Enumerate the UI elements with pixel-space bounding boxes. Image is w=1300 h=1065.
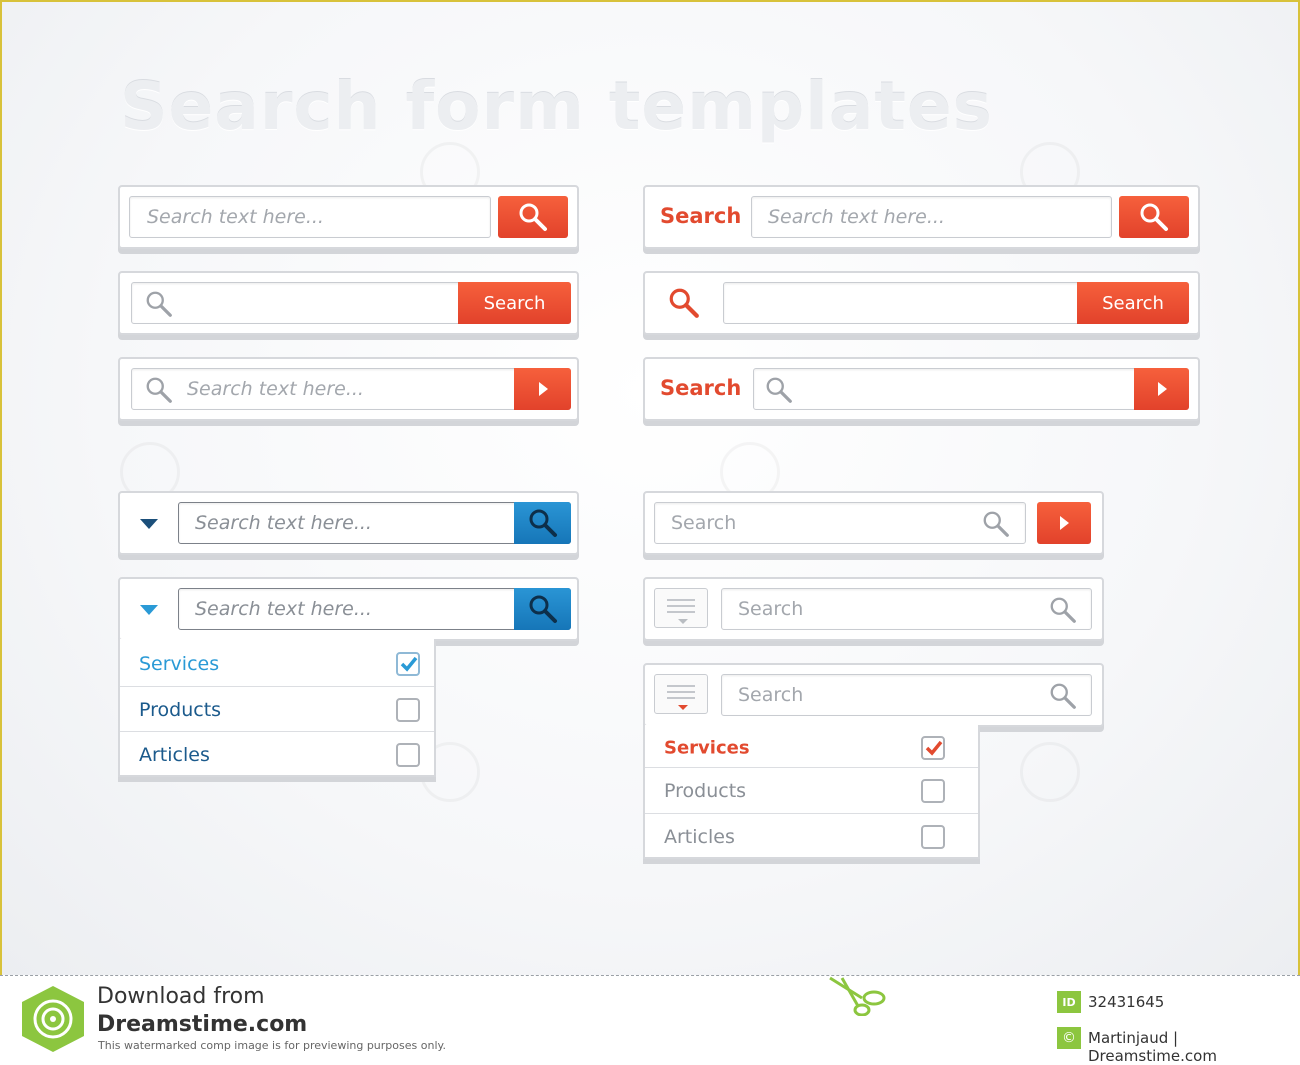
play-arrow-icon (1157, 382, 1167, 396)
dropdown-item-services[interactable]: Services (645, 725, 978, 771)
dropdown-item-products[interactable]: Products (645, 767, 978, 813)
canvas: Search form templates Search text here..… (0, 0, 1300, 975)
search-placeholder: Search text here... (187, 378, 364, 400)
magnifier-icon (146, 291, 172, 317)
search-form-7: Search (643, 271, 1200, 335)
search-input[interactable]: Search text here... (129, 196, 491, 238)
search-input[interactable]: Search (721, 674, 1092, 716)
magnifier-icon (146, 377, 172, 403)
search-input[interactable]: Search text here... (178, 588, 571, 630)
magnifier-icon (529, 509, 557, 537)
dropdown-item-products[interactable]: Products (120, 686, 434, 732)
checkbox-icon[interactable] (396, 652, 420, 676)
search-input[interactable]: Search text here... (751, 196, 1112, 238)
menu-icon[interactable] (654, 674, 708, 714)
search-button-label: Search (1102, 292, 1164, 314)
checkbox-icon[interactable] (396, 742, 420, 767)
dropdown-item-label: Products (664, 779, 747, 802)
checkbox-icon[interactable] (396, 697, 420, 722)
search-button[interactable] (514, 588, 571, 630)
category-dropdown: Services Products Articles (643, 725, 980, 859)
search-input[interactable]: Search (654, 502, 1026, 544)
search-form-6: Search Search text here... (643, 185, 1200, 249)
dropdown-item-label: Articles (664, 825, 735, 848)
menu-icon[interactable] (654, 588, 708, 628)
search-input[interactable]: Search text here... (178, 502, 571, 544)
dropdown-item-services[interactable]: Services (120, 641, 434, 687)
search-form-9: Search (643, 491, 1104, 555)
search-button[interactable] (1119, 196, 1189, 238)
download-from-text: Download from (97, 984, 265, 1009)
search-placeholder: Search text here... (195, 598, 372, 620)
dropdown-item-label: Products (139, 698, 222, 721)
go-button[interactable] (1037, 502, 1091, 544)
id-badge: ID (1057, 991, 1081, 1013)
play-arrow-icon (538, 382, 548, 396)
category-dropdown: Services Products Articles (118, 639, 436, 777)
search-form-8: Search (643, 357, 1200, 421)
page-title: Search form templates (120, 68, 993, 145)
search-button-label: Search (483, 292, 546, 314)
watermark-footer: Download from Dreamstime.com This waterm… (0, 975, 1300, 1065)
checkbox-icon[interactable] (921, 778, 945, 803)
dropdown-item-articles[interactable]: Articles (120, 731, 434, 777)
search-placeholder: Search text here... (195, 512, 372, 534)
search-input[interactable]: Search (721, 588, 1092, 630)
site-name: Dreamstime.com (97, 1012, 308, 1037)
search-button[interactable]: Search (1077, 282, 1189, 324)
dropdown-item-label: Services (139, 653, 220, 675)
image-id: 32431645 (1088, 993, 1165, 1011)
search-button[interactable] (514, 502, 571, 544)
search-form-11: Search (643, 663, 1104, 727)
play-arrow-icon (1060, 516, 1069, 530)
search-form-4: Search text here... (118, 491, 579, 555)
search-input[interactable] (753, 368, 1189, 410)
search-input[interactable]: Search text here... (131, 368, 571, 410)
magnifier-icon[interactable] (1048, 681, 1078, 711)
search-label: Search (660, 376, 742, 400)
dropdown-item-label: Articles (139, 743, 210, 766)
magnifier-icon (1140, 203, 1168, 231)
magnifier-icon (983, 511, 1009, 537)
go-button[interactable] (1134, 368, 1189, 410)
search-placeholder: Search text here... (768, 206, 945, 228)
search-form-10: Search (643, 577, 1104, 641)
search-label: Search (660, 204, 742, 228)
search-button[interactable]: Search (458, 282, 571, 324)
copyright-icon: © (1057, 1027, 1081, 1049)
watermark-spiral (1020, 742, 1080, 802)
caret-down-icon[interactable] (140, 519, 158, 529)
magnifier-icon (766, 377, 792, 403)
magnifier-icon (519, 203, 547, 231)
magnifier-icon[interactable] (1048, 595, 1078, 625)
disclaimer-text: This watermarked comp image is for previ… (98, 1039, 446, 1052)
search-form-3: Search text here... (118, 357, 579, 421)
go-button[interactable] (514, 368, 571, 410)
search-form-5: Search text here... (118, 577, 579, 641)
author-credit: Martinjaud | Dreamstime.com (1088, 1029, 1217, 1065)
search-placeholder: Search text here... (147, 206, 324, 228)
magnifier-icon (669, 288, 699, 318)
dropdown-item-label: Services (664, 737, 750, 759)
dreamstime-logo-icon (22, 986, 84, 1052)
search-placeholder: Search (738, 684, 804, 706)
search-button[interactable] (498, 196, 568, 238)
search-placeholder: Search (671, 512, 737, 534)
checkbox-icon[interactable] (921, 824, 945, 849)
magnifier-icon (529, 595, 557, 623)
search-form-2: Search (118, 271, 579, 335)
search-placeholder: Search (738, 598, 804, 620)
scissors-icon (829, 976, 886, 1016)
search-form-1: Search text here... (118, 185, 579, 249)
caret-down-icon[interactable] (140, 605, 158, 615)
dropdown-item-articles[interactable]: Articles (645, 813, 978, 859)
checkbox-icon[interactable] (921, 736, 945, 760)
